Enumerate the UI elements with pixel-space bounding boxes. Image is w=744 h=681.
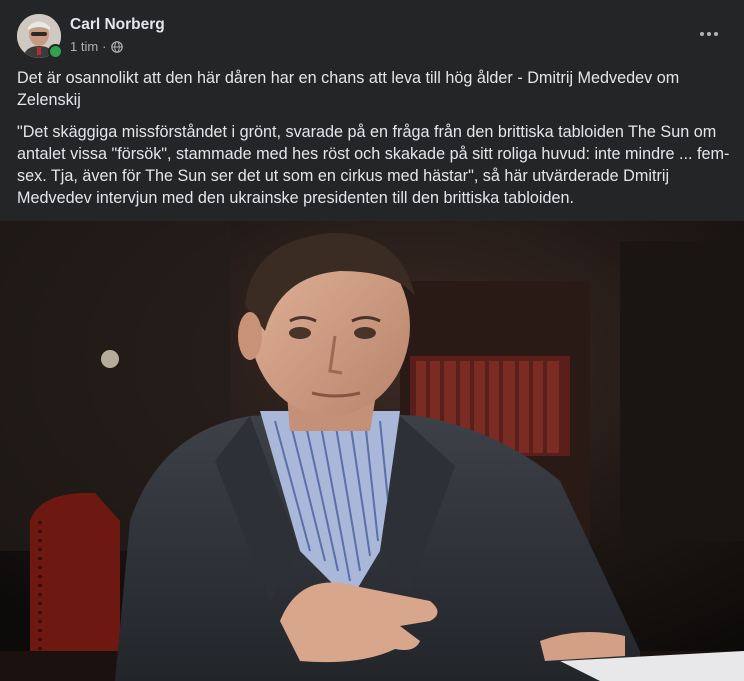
post-body: "Det skäggiga missförståndet i grönt, sv… <box>17 123 730 207</box>
portrait-photo <box>0 221 744 681</box>
post-text: Det är osannolikt att den här dåren har … <box>17 67 733 219</box>
post-meta: 1 tim · <box>70 39 123 54</box>
meta-separator: · <box>102 39 107 54</box>
post-photo[interactable] <box>0 221 744 681</box>
more-options-button[interactable] <box>691 22 727 46</box>
post-headline: Det är osannolikt att den här dåren har … <box>17 69 680 109</box>
online-status-dot <box>48 44 63 59</box>
feed-post: Carl Norberg 1 tim · Det är osannolikt a… <box>0 0 744 681</box>
post-time[interactable]: 1 tim <box>70 39 98 54</box>
post-header: Carl Norberg 1 tim · <box>17 14 727 59</box>
more-horizontal-icon <box>700 32 704 36</box>
author-name[interactable]: Carl Norberg <box>70 16 165 34</box>
globe-icon[interactable] <box>110 40 123 53</box>
